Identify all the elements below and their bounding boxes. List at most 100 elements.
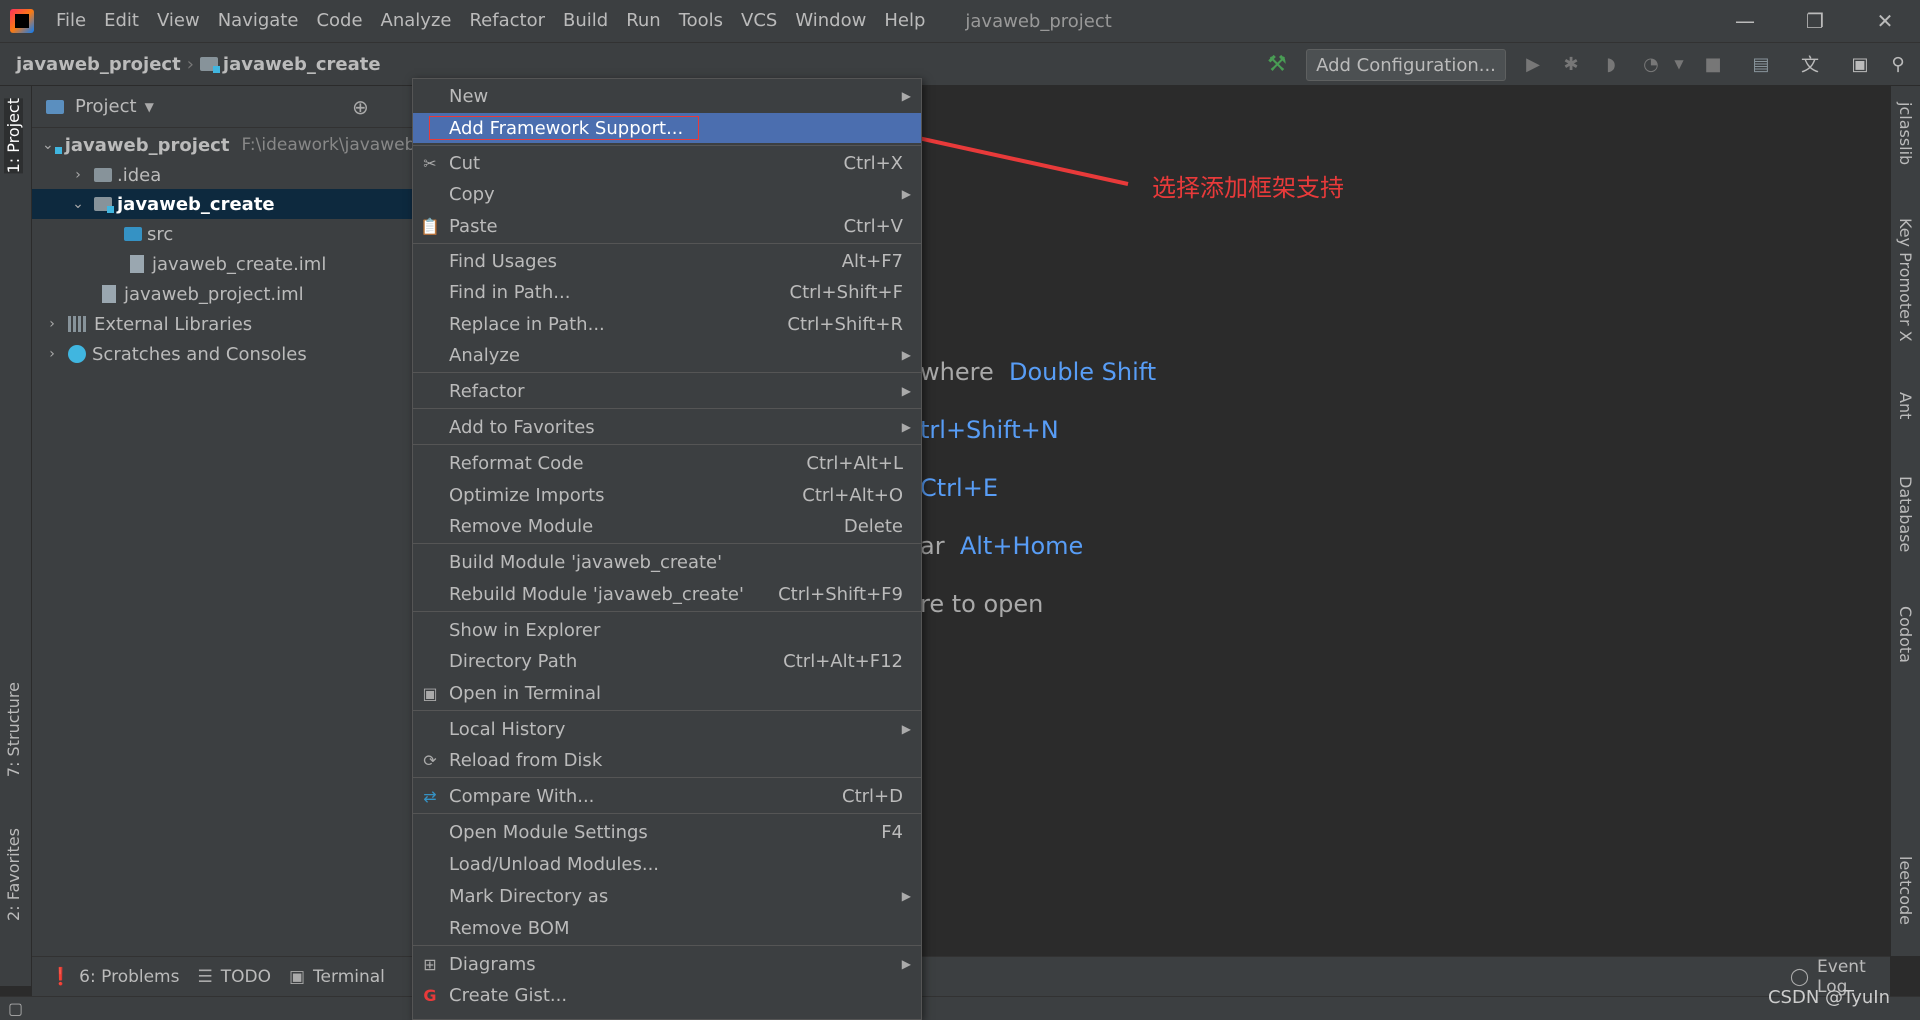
chevron-right-icon[interactable]: ›	[42, 346, 62, 362]
tree-item-javaweb-create[interactable]: ⌄ javaweb_create	[32, 189, 412, 219]
menu-code[interactable]: Code	[308, 0, 372, 42]
tab-favorites[interactable]: 2: Favorites	[4, 828, 23, 921]
context-menu: New ▶ Add Framework Support... ✂ Cut Ctrl+X…	[412, 78, 922, 1020]
menu-item-directory-path[interactable]: Directory Path Ctrl+Alt+F12	[413, 646, 921, 676]
menu-file[interactable]: File	[48, 0, 96, 42]
menu-item-add-framework-support[interactable]: Add Framework Support...	[413, 113, 921, 143]
breadcrumb-project[interactable]: javaweb_project	[16, 54, 181, 75]
module-folder-icon	[94, 197, 114, 213]
tree-item-path: F:\ideawork\javaweb	[241, 135, 416, 155]
module-folder-icon	[199, 57, 220, 73]
tree-item-external-libraries[interactable]: › External Libraries	[32, 309, 412, 339]
menu-item-new[interactable]: New ▶	[413, 81, 921, 111]
menu-item-mark-directory-as[interactable]: Mark Directory as ▶	[413, 881, 921, 911]
hint-shortcut: Ctrl+E	[920, 474, 998, 502]
menu-item-open-module-settings[interactable]: Open Module Settings F4	[413, 817, 921, 847]
locate-icon[interactable]: ⊕	[352, 95, 369, 119]
menu-run[interactable]: Run	[618, 0, 671, 42]
menu-item-reformat-code[interactable]: Reformat Code Ctrl+Alt+L	[413, 448, 921, 478]
breadcrumb-module[interactable]: javaweb_create	[223, 54, 381, 75]
stop-icon[interactable]: ■	[1700, 51, 1726, 77]
menu-item-local-history[interactable]: Local History ▶	[413, 714, 921, 744]
menu-tools[interactable]: Tools	[671, 0, 733, 42]
tab-structure[interactable]: 7: Structure	[4, 682, 23, 777]
chevron-right-icon[interactable]: ›	[42, 316, 62, 332]
menu-item-analyze[interactable]: Analyze ▶	[413, 340, 921, 370]
tab-todo[interactable]: ☰ TODO	[197, 967, 271, 987]
tab-key-promoter[interactable]: Key Promoter X	[1896, 218, 1915, 342]
tree-item-label: src	[147, 223, 174, 245]
menu-help[interactable]: Help	[876, 0, 935, 42]
tree-item-javaweb-create-iml[interactable]: javaweb_create.iml	[32, 249, 412, 279]
menu-vcs[interactable]: VCS	[733, 0, 787, 42]
add-configuration-button[interactable]: Add Configuration...	[1306, 49, 1506, 81]
search-icon[interactable]: ⚲	[1885, 51, 1911, 77]
menu-item-shortcut: Ctrl+Shift+R	[787, 313, 903, 335]
menu-item-find-usages[interactable]: Find Usages Alt+F7	[413, 246, 921, 276]
project-structure-icon[interactable]: ▤	[1748, 51, 1774, 77]
menu-edit[interactable]: Edit	[96, 0, 149, 42]
tree-item-src[interactable]: src	[32, 219, 412, 249]
profile-dropdown-icon[interactable]: ▼	[1666, 51, 1692, 77]
menu-item-reload-from-disk[interactable]: ⟳ Reload from Disk	[413, 745, 921, 775]
menu-build[interactable]: Build	[555, 0, 618, 42]
menu-item-optimize-imports[interactable]: Optimize Imports Ctrl+Alt+O	[413, 480, 921, 510]
translate-icon[interactable]: 文	[1797, 51, 1823, 77]
menu-item-open-in-terminal[interactable]: ▣ Open in Terminal	[413, 678, 921, 708]
menu-item-copy[interactable]: Copy ▶	[413, 179, 921, 209]
menu-analyze[interactable]: Analyze	[373, 0, 462, 42]
menu-item-remove-bom[interactable]: Remove BOM	[413, 913, 921, 943]
menu-item-compare-with[interactable]: ⇄ Compare With... Ctrl+D	[413, 781, 921, 811]
menu-item-refactor[interactable]: Refactor ▶	[413, 376, 921, 406]
breadcrumb-separator-icon: ›	[186, 53, 194, 75]
menu-navigate[interactable]: Navigate	[210, 0, 309, 42]
menu-item-rebuild-module[interactable]: Rebuild Module 'javaweb_create' Ctrl+Shif…	[413, 579, 921, 609]
menu-view[interactable]: View	[149, 0, 210, 42]
chevron-down-icon[interactable]: ⌄	[68, 196, 88, 212]
menu-item-show-in-explorer[interactable]: Show in Explorer	[413, 615, 921, 645]
menu-item-find-in-path[interactable]: Find in Path... Ctrl+Shift+F	[413, 277, 921, 307]
menu-item-load-unload-modules[interactable]: Load/Unload Modules...	[413, 849, 921, 879]
chevron-right-icon[interactable]: ›	[68, 167, 88, 183]
build-hammer-icon[interactable]: ⚒	[1264, 51, 1290, 77]
menu-item-create-gist[interactable]: G Create Gist...	[413, 980, 921, 1010]
tab-terminal[interactable]: ▣ Terminal	[289, 967, 385, 987]
reload-icon: ⟳	[423, 750, 437, 770]
menu-item-build-module[interactable]: Build Module 'javaweb_create'	[413, 547, 921, 577]
tree-item-idea[interactable]: › .idea	[32, 160, 412, 190]
tree-item-project-root[interactable]: ⌄ javaweb_project F:\ideawork\javaweb	[32, 130, 416, 160]
close-button[interactable]: ✕	[1850, 0, 1920, 42]
menu-item-label: Remove Module	[449, 515, 594, 537]
tab-database[interactable]: Database	[1896, 476, 1915, 552]
status-bar: ▢	[0, 996, 1920, 1020]
minimize-button[interactable]: —	[1710, 0, 1780, 42]
run-icon[interactable]: ▶	[1520, 51, 1546, 77]
menu-window[interactable]: Window	[787, 0, 876, 42]
menu-item-replace-in-path[interactable]: Replace in Path... Ctrl+Shift+R	[413, 309, 921, 339]
maximize-button[interactable]: ❐	[1780, 0, 1850, 42]
project-view-title[interactable]: Project	[75, 96, 137, 117]
tab-leetcode[interactable]: leetcode	[1896, 856, 1915, 925]
terminal-icon[interactable]: ▣	[1847, 51, 1873, 77]
menu-item-diagrams[interactable]: ⊞ Diagrams ▶	[413, 949, 921, 979]
chevron-down-icon[interactable]: ▼	[145, 100, 154, 114]
profile-icon[interactable]: ◔	[1638, 51, 1664, 77]
tab-project[interactable]: 1: Project	[4, 98, 23, 174]
tree-item-scratches[interactable]: › Scratches and Consoles	[32, 339, 412, 369]
menu-item-cut[interactable]: ✂ Cut Ctrl+X	[413, 148, 921, 178]
menu-refactor[interactable]: Refactor	[461, 0, 555, 42]
tab-problems[interactable]: ❗ 6: Problems	[50, 967, 179, 987]
coverage-icon[interactable]: ◗	[1598, 51, 1624, 77]
tree-item-javaweb-project-iml[interactable]: javaweb_project.iml	[32, 279, 412, 309]
tab-jclasslib[interactable]: jclasslib	[1896, 102, 1915, 165]
menu-item-remove-module[interactable]: Remove Module Delete	[413, 511, 921, 541]
menu-separator	[413, 444, 921, 445]
chevron-down-icon[interactable]: ⌄	[42, 137, 54, 153]
menu-item-add-to-favorites[interactable]: Add to Favorites ▶	[413, 412, 921, 442]
tab-codota[interactable]: Codota	[1896, 606, 1915, 663]
menu-item-paste[interactable]: 📋 Paste Ctrl+V	[413, 211, 921, 241]
tab-ant[interactable]: Ant	[1896, 392, 1915, 419]
debug-icon[interactable]: ✱	[1558, 51, 1584, 77]
submenu-arrow-icon: ▶	[901, 420, 911, 434]
toggle-tool-windows-icon[interactable]: ▢	[8, 999, 23, 1018]
